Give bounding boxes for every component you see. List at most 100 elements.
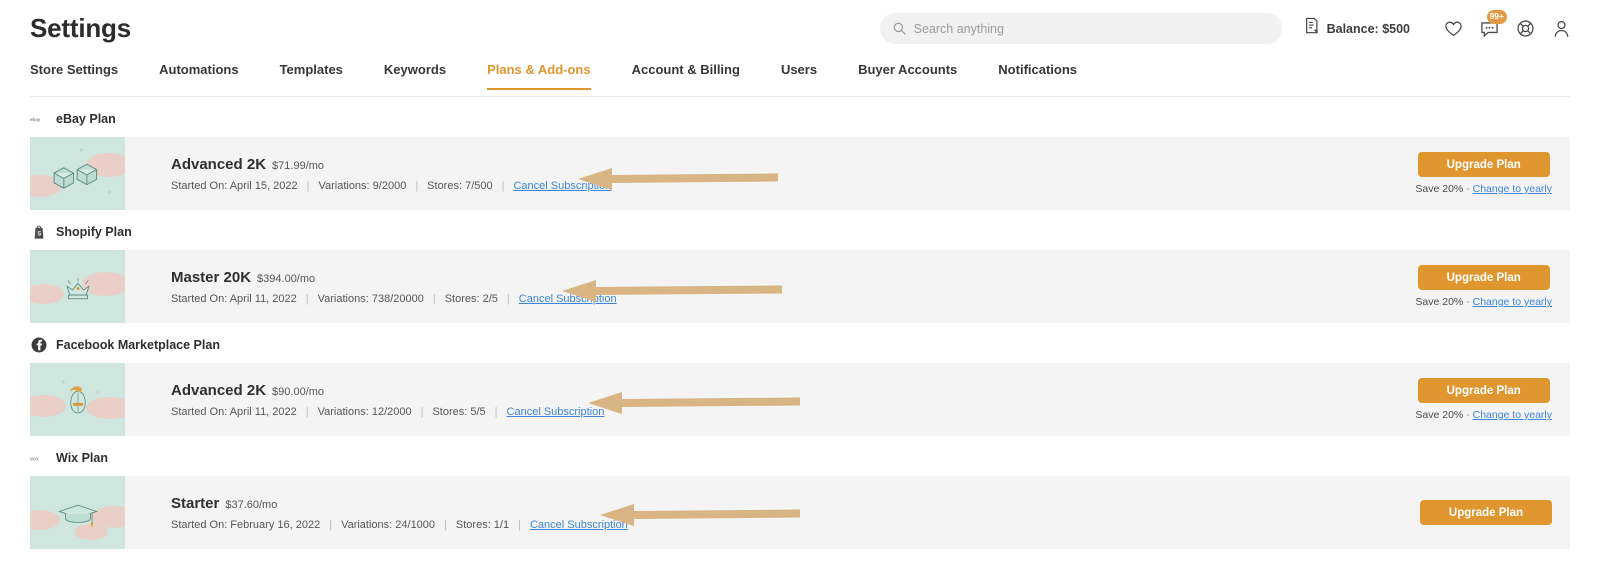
- plan-thumbnail: [30, 250, 125, 323]
- plan-variations: Variations: 738/20000: [317, 292, 424, 305]
- plan-variations: Variations: 12/2000: [317, 405, 412, 418]
- tab-automations[interactable]: Automations: [159, 57, 238, 90]
- tab-store-settings[interactable]: Store Settings: [30, 57, 118, 90]
- plan-meta: Started On: February 16, 2022 | Variatio…: [171, 519, 1420, 531]
- plan-group-wix: WIX Wix Plan Starter $37.60/mo Started O…: [30, 449, 1570, 549]
- upgrade-plan-button[interactable]: Upgrade Plan: [1417, 152, 1550, 177]
- upgrade-plan-button[interactable]: Upgrade Plan: [1417, 265, 1550, 290]
- save-dash: -: [1466, 296, 1470, 308]
- plan-stores: Stores: 2/5: [444, 292, 498, 305]
- plan-row: Master 20K $394.00/mo Started On: April …: [30, 250, 1570, 323]
- cancel-subscription-link[interactable]: Cancel Subscription: [507, 406, 605, 418]
- settings-tab-bar: Store Settings Automations Templates Key…: [0, 57, 1600, 97]
- meta-separator: |: [306, 179, 310, 192]
- cancel-subscription-link[interactable]: Cancel Subscription: [513, 180, 611, 192]
- plan-name-line: Advanced 2K $71.99/mo: [171, 156, 1415, 173]
- meta-separator: |: [501, 179, 505, 192]
- graduation-cap-illustration: [30, 476, 125, 549]
- plan-stores: Stores: 1/1: [455, 518, 510, 531]
- plan-price: $90.00/mo: [272, 385, 325, 398]
- balance-display[interactable]: Balance: $500: [1304, 17, 1410, 40]
- user-icon[interactable]: [1550, 18, 1572, 40]
- change-to-yearly-line: Save 20% - Change to yearly: [1415, 296, 1552, 308]
- plan-stores: Stores: 5/5: [432, 405, 486, 418]
- plan-meta: Started On: April 15, 2022 | Variations:…: [171, 180, 1415, 192]
- cancel-subscription-link[interactable]: Cancel Subscription: [519, 293, 617, 305]
- plan-actions: Upgrade Plan: [1420, 476, 1570, 549]
- tab-users[interactable]: Users: [781, 57, 817, 90]
- upgrade-plan-button[interactable]: Upgrade Plan: [1417, 378, 1550, 403]
- rocket-illustration: [30, 363, 125, 436]
- meta-separator: |: [444, 518, 447, 531]
- plan-details: Advanced 2K $90.00/mo Started On: April …: [125, 363, 1415, 436]
- tab-templates[interactable]: Templates: [280, 57, 343, 90]
- plans-list: ebay eBay Plan ✦ ✦ Advanced 2K $71.99/mo…: [0, 110, 1600, 549]
- tab-plans-and-addons[interactable]: Plans & Add-ons: [487, 57, 591, 90]
- plan-group-shopify: S Shopify Plan Master 20K $394.00/mo Sta…: [30, 223, 1570, 323]
- shopify-logo-icon: S: [30, 224, 47, 241]
- plan-meta: Started On: April 11, 2022 | Variations:…: [171, 293, 1415, 305]
- plan-group-facebook-marketplace: Facebook Marketplace Plan ✦ ✦ Advanced 2…: [30, 336, 1570, 436]
- meta-separator: |: [305, 292, 309, 305]
- plan-group-title: Wix Plan: [56, 451, 108, 465]
- tab-account-billing[interactable]: Account & Billing: [632, 57, 740, 90]
- tab-notifications[interactable]: Notifications: [998, 57, 1077, 90]
- change-to-yearly-link[interactable]: Change to yearly: [1473, 183, 1552, 195]
- tab-buyer-accounts[interactable]: Buyer Accounts: [858, 57, 957, 90]
- heart-icon[interactable]: [1442, 18, 1464, 40]
- top-bar: Settings Search anything Balance: $500 9…: [0, 0, 1600, 57]
- upgrade-plan-button[interactable]: Upgrade Plan: [1420, 500, 1552, 525]
- invoice-icon: [1304, 17, 1320, 40]
- plan-name: Starter: [171, 494, 220, 512]
- plan-group-ebay: ebay eBay Plan ✦ ✦ Advanced 2K $71.99/mo…: [30, 110, 1570, 210]
- plan-actions: Upgrade Plan Save 20% - Change to yearly: [1415, 363, 1570, 436]
- svg-text:S: S: [37, 231, 41, 238]
- lifebuoy-icon[interactable]: [1514, 18, 1536, 40]
- plan-details: Advanced 2K $71.99/mo Started On: April …: [125, 137, 1415, 210]
- change-to-yearly-link[interactable]: Change to yearly: [1473, 409, 1552, 421]
- search-placeholder: Search anything: [913, 21, 1004, 36]
- cancel-subscription-link[interactable]: Cancel Subscription: [530, 519, 628, 531]
- plan-stores: Stores: 7/500: [427, 179, 493, 192]
- balance-label: Balance: $500: [1326, 21, 1410, 36]
- plan-started-on: Started On: April 11, 2022: [171, 292, 297, 305]
- page-title: Settings: [30, 13, 131, 43]
- plan-started-on: Started On: February 16, 2022: [171, 518, 321, 531]
- change-to-yearly-line: Save 20% - Change to yearly: [1415, 409, 1552, 421]
- plan-name-line: Starter $37.60/mo: [171, 495, 1420, 512]
- meta-separator: |: [518, 518, 521, 531]
- save-percent-label: Save 20%: [1415, 296, 1464, 308]
- change-to-yearly-link[interactable]: Change to yearly: [1473, 296, 1552, 308]
- plan-actions: Upgrade Plan Save 20% - Change to yearly: [1415, 250, 1570, 323]
- svg-text:WIX: WIX: [30, 456, 40, 462]
- meta-separator: |: [415, 179, 419, 192]
- save-percent-label: Save 20%: [1415, 183, 1464, 195]
- plan-row: ✦ ✦ Advanced 2K $71.99/mo Started On: Ap…: [30, 137, 1570, 210]
- top-bar-right-cluster: Search anything Balance: $500 99+: [879, 0, 1572, 57]
- plan-name: Master 20K: [171, 268, 252, 286]
- plan-name: Advanced 2K: [171, 381, 267, 399]
- plan-variations: Variations: 9/2000: [318, 179, 407, 192]
- boxes-illustration: [30, 137, 125, 210]
- plan-group-header: WIX Wix Plan: [30, 449, 1570, 467]
- plan-group-title: eBay Plan: [56, 112, 116, 126]
- change-to-yearly-line: Save 20% - Change to yearly: [1415, 183, 1552, 195]
- plan-price: $71.99/mo: [272, 159, 325, 172]
- save-dash: -: [1466, 183, 1470, 195]
- plan-meta: Started On: April 11, 2022 | Variations:…: [171, 406, 1415, 418]
- wix-logo-icon: WIX: [30, 450, 47, 467]
- plan-row: Starter $37.60/mo Started On: February 1…: [30, 476, 1570, 549]
- plan-details: Starter $37.60/mo Started On: February 1…: [125, 476, 1420, 549]
- crown-illustration: [30, 250, 125, 323]
- chat-icon[interactable]: 99+: [1478, 9, 1507, 40]
- search-input[interactable]: Search anything: [879, 13, 1282, 44]
- plan-thumbnail: ✦ ✦: [30, 363, 125, 436]
- plan-variations: Variations: 24/1000: [341, 518, 436, 531]
- meta-separator: |: [494, 405, 498, 418]
- plan-group-title: Facebook Marketplace Plan: [56, 338, 220, 352]
- plan-group-title: Shopify Plan: [56, 225, 132, 239]
- ebay-logo-icon: ebay: [30, 111, 47, 128]
- meta-separator: |: [420, 405, 424, 418]
- meta-separator: |: [506, 292, 510, 305]
- tab-keywords[interactable]: Keywords: [384, 57, 446, 90]
